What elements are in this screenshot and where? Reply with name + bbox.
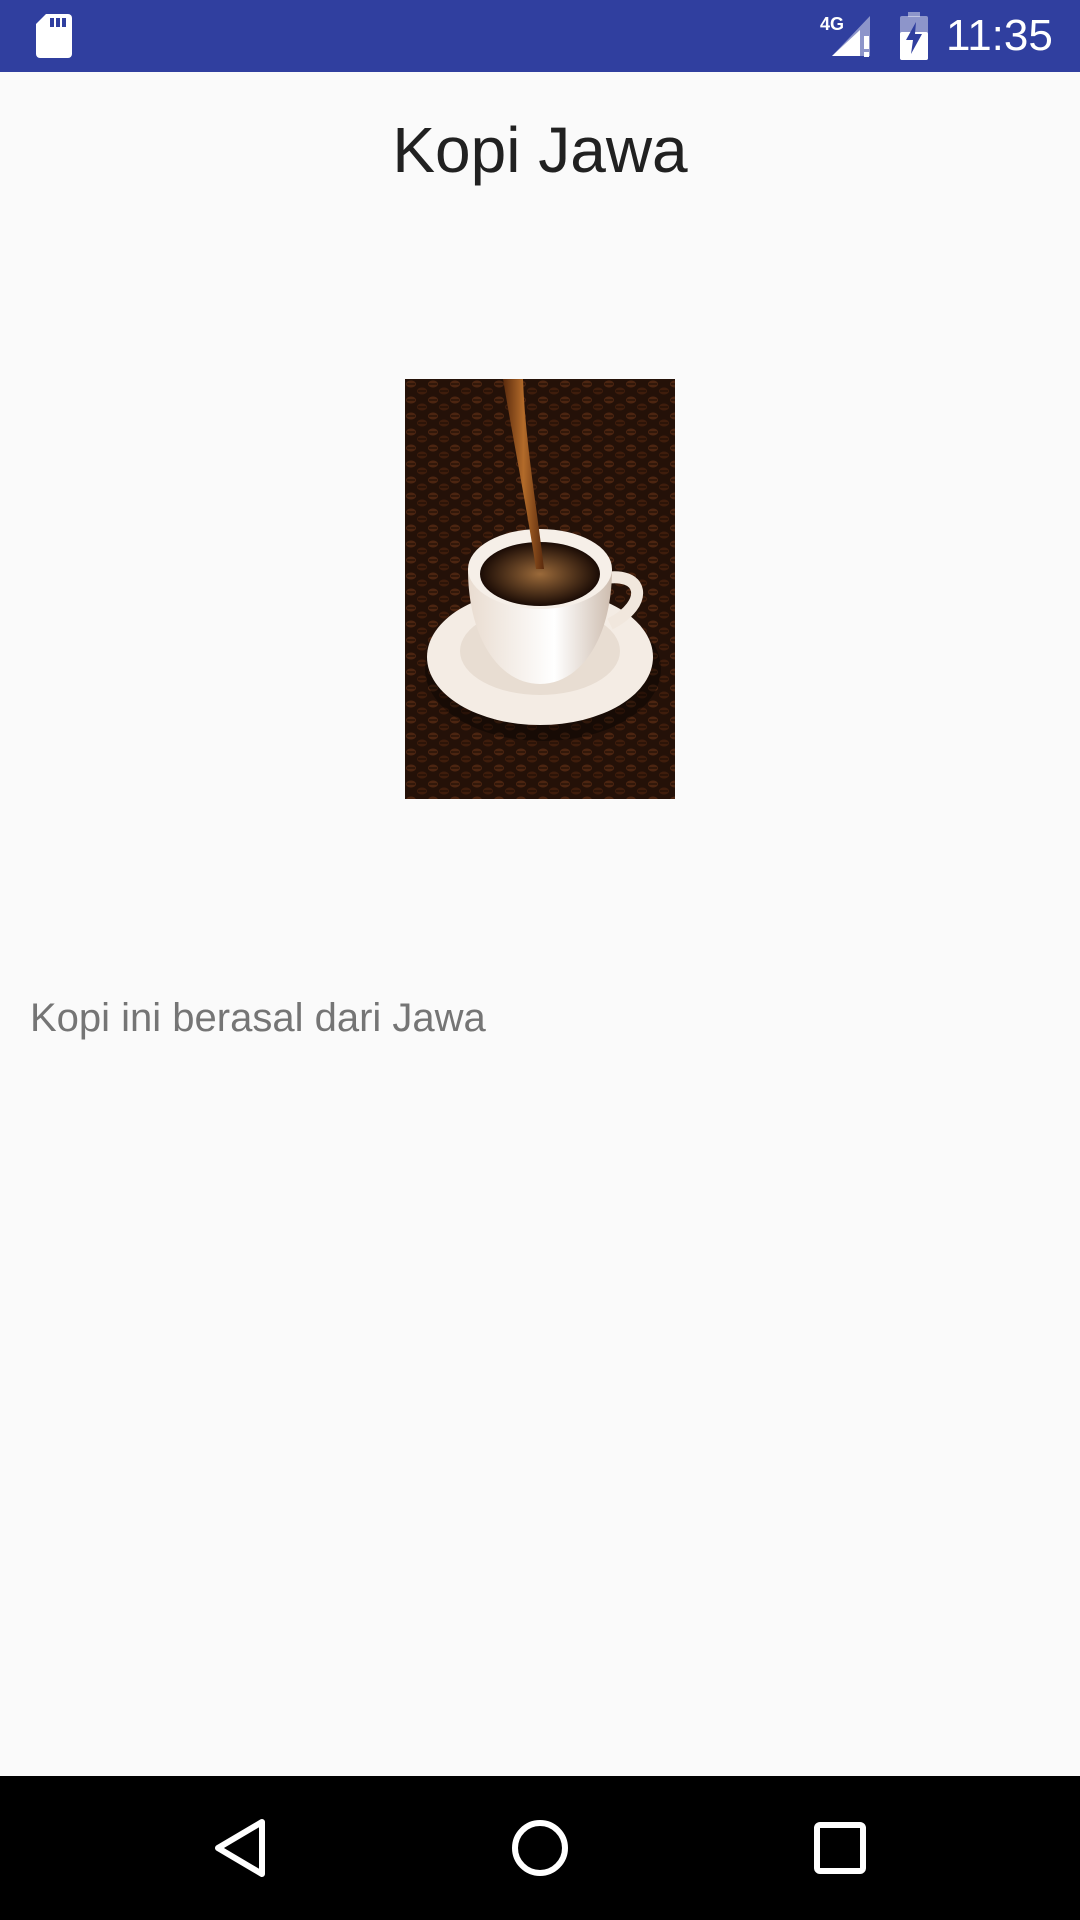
battery-charging-icon (900, 12, 928, 60)
description-text: Kopi ini berasal dari Jawa (30, 996, 486, 1040)
status-clock: 11:35 (946, 11, 1053, 60)
page-title: Kopi Jawa (392, 114, 688, 186)
signal-4g-icon: 4G (820, 14, 870, 57)
back-icon[interactable] (204, 1812, 276, 1884)
recents-icon[interactable] (804, 1812, 876, 1884)
network-type-label: 4G (820, 14, 844, 34)
navigation-bar (0, 1776, 1080, 1920)
status-bar: 4G 11:35 (0, 0, 1080, 72)
coffee-cup-pour-image (405, 379, 675, 799)
home-icon[interactable] (504, 1812, 576, 1884)
sd-card-icon (36, 14, 72, 58)
